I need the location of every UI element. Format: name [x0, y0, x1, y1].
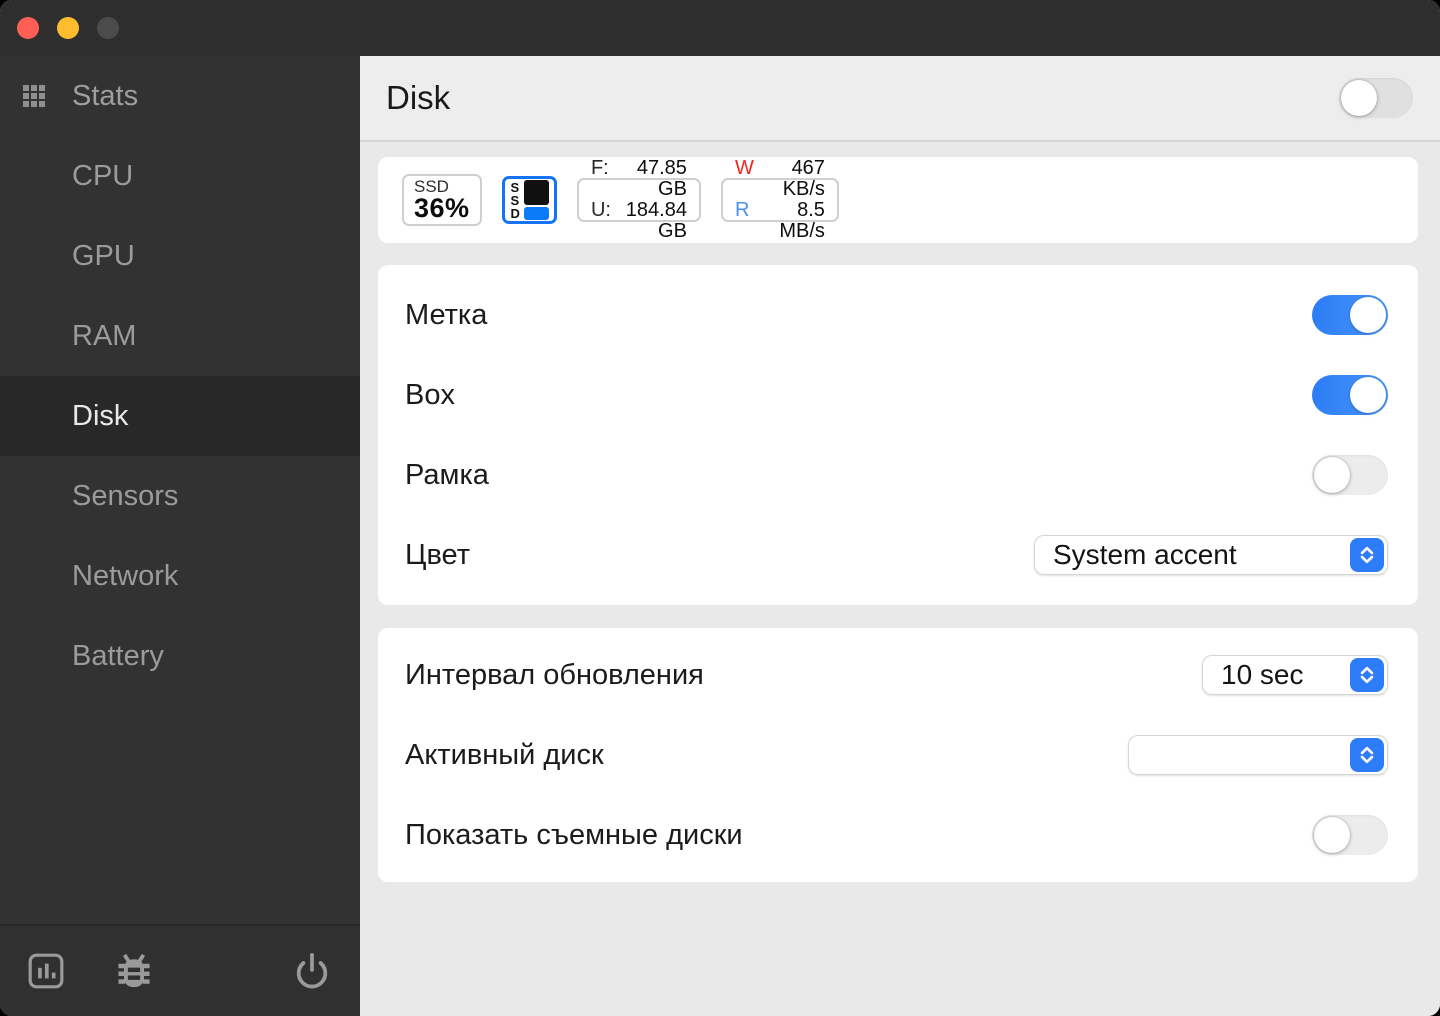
- traffic-lights: [17, 17, 119, 39]
- write-value: 467 KB/s: [782, 157, 825, 200]
- widget-speed-preview[interactable]: W 467 KB/s R 8.5 MB/s: [720, 158, 839, 242]
- setting-label: Цвет: [405, 538, 470, 571]
- used-label: U:: [590, 199, 611, 221]
- sidebar-item-battery[interactable]: Battery: [0, 616, 360, 696]
- toggle-knob: [1350, 297, 1386, 333]
- setting-label: Показать съемные диски: [405, 818, 743, 851]
- module-settings-card: Интервал обновления 10 sec Активный диск: [378, 628, 1418, 882]
- toggle-knob: [1350, 377, 1386, 413]
- sidebar-item-label: Battery: [72, 639, 164, 672]
- read-value: 8.5 MB/s: [779, 199, 825, 242]
- toggle-knob: [1341, 80, 1377, 116]
- free-label: F:: [590, 157, 609, 179]
- active-disk-select[interactable]: [1128, 735, 1388, 775]
- setting-row-show-removable: Показать съемные диски: [378, 795, 1418, 875]
- power-icon[interactable]: [290, 949, 334, 993]
- bar-free-segment: [523, 207, 549, 220]
- setting-row-label: Метка: [378, 275, 1418, 355]
- chevron-up-down-icon: [1350, 538, 1384, 572]
- close-button[interactable]: [17, 17, 39, 39]
- bar-letter: D: [510, 205, 520, 221]
- setting-row-update-interval: Интервал обновления 10 sec: [378, 635, 1418, 715]
- main-content: Disk SSD 36% S S D F: 47.85 GB U: 184.84…: [360, 56, 1440, 1016]
- sidebar-item-gpu[interactable]: GPU: [0, 216, 360, 296]
- grid-icon: [23, 85, 45, 107]
- bar-letter: S: [510, 192, 520, 208]
- free-value: 47.85 GB: [636, 157, 687, 200]
- update-interval-value: 10 sec: [1221, 659, 1304, 690]
- setting-row-frame: Рамка: [378, 435, 1418, 515]
- sidebar-item-label: Network: [72, 559, 179, 592]
- sidebar-item-label: Disk: [72, 399, 129, 432]
- setting-label: Box: [405, 378, 455, 411]
- activity-chart-icon[interactable]: [24, 949, 68, 993]
- widget-bar-letters: S S D: [511, 181, 520, 220]
- widget-mini-value: 36%: [414, 193, 470, 223]
- content-header: Disk: [360, 56, 1440, 142]
- setting-row-box: Box: [378, 355, 1418, 435]
- widget-preview-card: SSD 36% S S D F: 47.85 GB U: 184.84 GB W…: [378, 157, 1418, 243]
- color-select-value: System accent: [1053, 539, 1237, 570]
- sidebar-item-label: GPU: [72, 239, 135, 272]
- widget-settings-card: Метка Box Рамка Цвет System accent: [378, 265, 1418, 605]
- setting-row-color: Цвет System accent: [378, 515, 1418, 595]
- widget-capacity-preview[interactable]: F: 47.85 GB U: 184.84 GB: [576, 158, 701, 242]
- sidebar-item-label: CPU: [72, 159, 134, 192]
- sidebar-item-label: Sensors: [72, 479, 179, 512]
- label-toggle[interactable]: [1312, 295, 1388, 335]
- sidebar-footer: [0, 924, 360, 1016]
- toggle-knob: [1314, 457, 1350, 493]
- sidebar-item-stats[interactable]: Stats: [0, 56, 360, 136]
- titlebar: [0, 0, 1440, 56]
- sidebar-item-label: Stats: [72, 79, 139, 112]
- sidebar-item-label: RAM: [72, 319, 137, 352]
- sidebar-item-sensors[interactable]: Sensors: [0, 456, 360, 536]
- frame-toggle[interactable]: [1312, 455, 1388, 495]
- page-title: Disk: [386, 79, 451, 116]
- setting-row-active-disk: Активный диск: [378, 715, 1418, 795]
- widget-mini-preview[interactable]: SSD 36%: [402, 174, 482, 226]
- sidebar-item-cpu[interactable]: CPU: [0, 136, 360, 216]
- bar-used-segment: [523, 180, 549, 205]
- app-window: Stats CPU GPU RAM Disk Sensors Network B…: [0, 0, 1440, 1016]
- read-label: R: [734, 199, 750, 221]
- used-value: 184.84 GB: [625, 199, 687, 242]
- setting-label: Метка: [405, 298, 488, 331]
- module-enable-toggle[interactable]: [1339, 78, 1413, 118]
- sidebar-item-disk[interactable]: Disk: [0, 376, 360, 456]
- widget-bar-chart: [523, 180, 549, 220]
- chevron-up-down-icon: [1350, 738, 1384, 772]
- sidebar-item-network[interactable]: Network: [0, 536, 360, 616]
- chevron-up-down-icon: [1350, 658, 1384, 692]
- write-label: W: [734, 157, 754, 179]
- box-toggle[interactable]: [1312, 375, 1388, 415]
- setting-label: Интервал обновления: [405, 658, 704, 691]
- sidebar: Stats CPU GPU RAM Disk Sensors Network B…: [0, 56, 360, 1016]
- setting-label: Рамка: [405, 458, 489, 491]
- widget-bar-preview-selected[interactable]: S S D: [501, 176, 557, 224]
- content-body: SSD 36% S S D F: 47.85 GB U: 184.84 GB W…: [360, 142, 1440, 882]
- bug-icon[interactable]: [112, 949, 156, 993]
- minimize-button[interactable]: [57, 17, 79, 39]
- color-select[interactable]: System accent: [1034, 535, 1388, 575]
- setting-label: Активный диск: [405, 738, 604, 771]
- show-removable-toggle[interactable]: [1312, 815, 1388, 855]
- bar-letter: S: [510, 179, 520, 195]
- zoom-button-disabled: [97, 17, 119, 39]
- sidebar-item-ram[interactable]: RAM: [0, 296, 360, 376]
- toggle-knob: [1314, 817, 1350, 853]
- update-interval-select[interactable]: 10 sec: [1202, 655, 1388, 695]
